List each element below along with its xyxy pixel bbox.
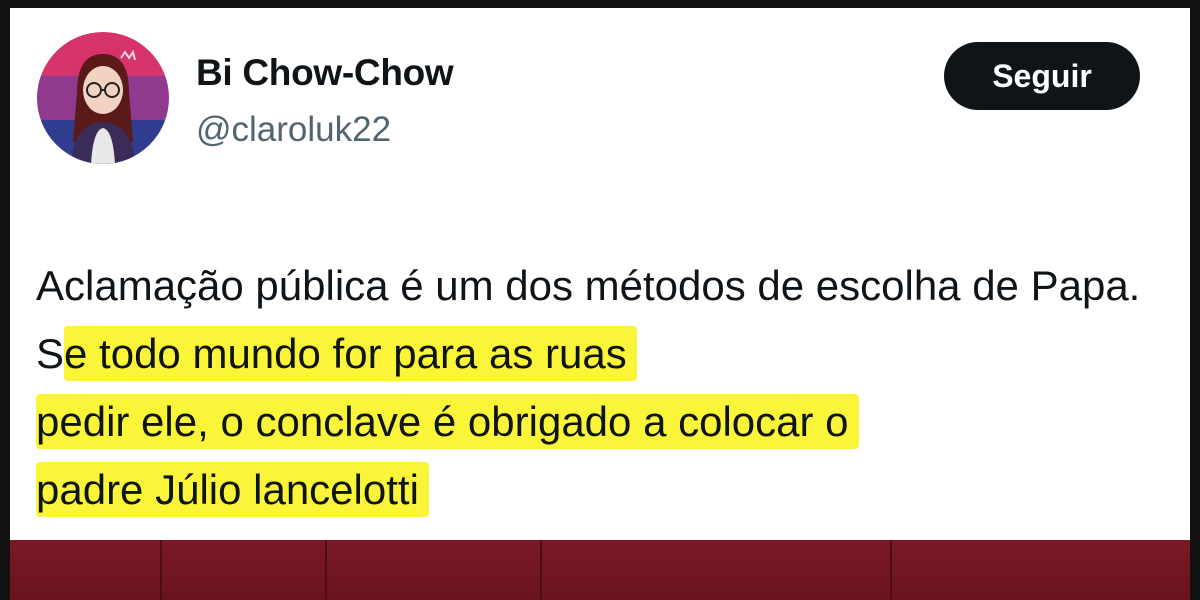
user-handle[interactable]: @claroluk22 (196, 110, 391, 150)
tweet-text: Aclamação pública é um dos métodos de es… (36, 252, 1176, 524)
curtain-fold (160, 540, 162, 600)
avatar[interactable] (37, 32, 169, 164)
display-name[interactable]: Bi Chow-Chow (196, 52, 454, 94)
tweet-text-highlight-line-3: padre Júlio lancelotti (36, 466, 419, 513)
curtain-fold (540, 540, 542, 600)
tweet-text-highlight-line-1: e todo mundo for para as ruas (64, 330, 627, 377)
tweet-card: Bi Chow-Chow @claroluk22 Seguir Aclamaçã… (10, 8, 1190, 540)
tweet-text-highlight: e todo mundo for para as ruas pedir ele, … (36, 326, 859, 517)
curtain-fold (890, 540, 892, 600)
follow-button[interactable]: Seguir (944, 42, 1140, 110)
woman-with-glasses-avatar-icon (37, 32, 169, 164)
curtain-fold (325, 540, 327, 600)
background-curtain (10, 540, 1190, 600)
tweet-text-highlight-line-2: pedir ele, o conclave é obrigado a coloc… (36, 398, 849, 445)
screenshot-frame: Bi Chow-Chow @claroluk22 Seguir Aclamaçã… (0, 0, 1200, 600)
